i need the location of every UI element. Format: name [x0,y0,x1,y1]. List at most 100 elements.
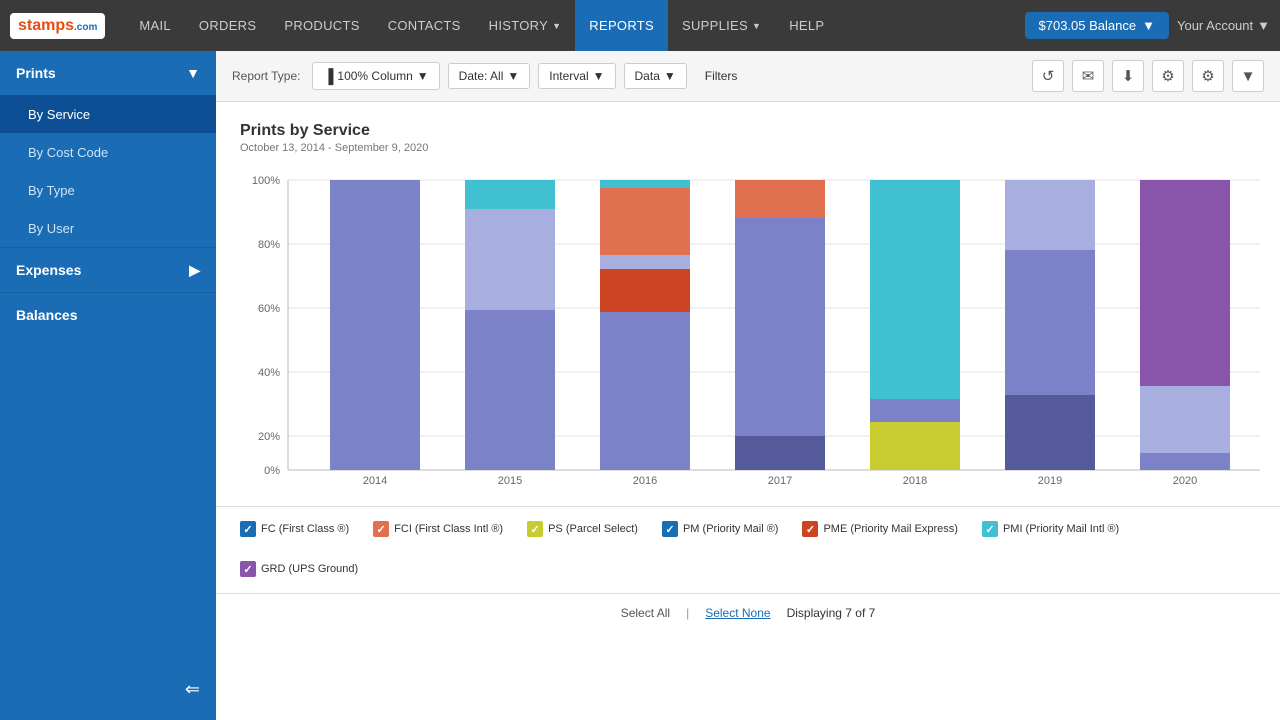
legend-fci[interactable]: ✓ FCI (First Class Intl ®) [373,521,503,537]
bar-2017-fci[interactable] [735,180,825,218]
legend-fci-label: FCI (First Class Intl ®) [394,523,503,535]
checkmark-icon-ps: ✓ [530,523,539,536]
nav-history[interactable]: HISTORY ▼ [475,0,576,51]
logo[interactable]: stamps.com [10,13,105,39]
bar-2020-fc-light[interactable] [1140,386,1230,453]
sidebar-section-prints[interactable]: Prints ▼ [0,51,216,95]
nav-reports[interactable]: REPORTS [575,0,668,51]
legend-grd[interactable]: ✓ GRD (UPS Ground) [240,561,358,577]
bar-2019-fc-light[interactable] [1005,180,1095,250]
balance-amount: $703.05 Balance [1039,18,1137,33]
legend-fc-label: FC (First Class ®) [261,523,349,535]
bar-2017-pm[interactable] [735,218,825,436]
bar-2014-fc[interactable] [330,180,420,470]
history-arrow-icon: ▼ [552,21,561,31]
select-none-link[interactable]: Select None [705,606,770,620]
sidebar-section-expenses-label: Expenses [16,262,81,278]
bar-2019-pm[interactable] [1005,250,1095,395]
date-selector[interactable]: Date: All ▼ [448,63,531,89]
x-label-2017: 2017 [768,475,792,486]
sidebar-item-by-cost-code[interactable]: By Cost Code [0,133,216,171]
report-type-arrow-icon: ▼ [417,69,429,83]
more-button[interactable]: ▼ [1232,60,1264,92]
supplies-arrow-icon: ▼ [752,21,761,31]
filters-button[interactable]: Filters [695,64,748,88]
settings-button[interactable]: ⚙ [1192,60,1224,92]
legend-fc-checkbox[interactable]: ✓ [240,521,256,537]
legend-pmi[interactable]: ✓ PMI (Priority Mail Intl ®) [982,521,1119,537]
y-label-80: 80% [258,239,280,251]
bar-2019-fc-dark[interactable] [1005,395,1095,470]
bar-2017-fc-dark[interactable] [735,436,825,470]
chart-title: Prints by Service [240,122,1256,140]
content-area: Report Type: ▐ 100% Column ▼ Date: All ▼… [216,51,1280,720]
report-type-label: Report Type: [232,69,300,83]
legend-pme[interactable]: ✓ PME (Priority Mail Express) [802,521,957,537]
date-label: Date: All [459,69,504,83]
share-button[interactable]: ⚙ [1152,60,1184,92]
date-arrow-icon: ▼ [507,69,519,83]
your-account-menu[interactable]: Your Account ▼ [1177,18,1270,33]
refresh-button[interactable]: ↺ [1032,60,1064,92]
legend-pmi-checkbox[interactable]: ✓ [982,521,998,537]
nav-contacts[interactable]: CONTACTS [374,0,475,51]
legend-ps-label: PS (Parcel Select) [548,523,638,535]
sidebar-item-by-type[interactable]: By Type [0,171,216,209]
bar-2018-ps[interactable] [870,422,960,470]
y-label-100: 100% [252,175,280,187]
bar-2020-pm[interactable] [1140,453,1230,470]
email-button[interactable]: ✉ [1072,60,1104,92]
legend-grd-label: GRD (UPS Ground) [261,563,358,575]
nav-mail[interactable]: MAIL [125,0,185,51]
legend-pme-label: PME (Priority Mail Express) [823,523,957,535]
legend-pm-checkbox[interactable]: ✓ [662,521,678,537]
download-button[interactable]: ⬇ [1112,60,1144,92]
nav-supplies[interactable]: SUPPLIES ▼ [668,0,775,51]
filters-label: Filters [705,69,738,83]
legend-pme-checkbox[interactable]: ✓ [802,521,818,537]
bar-2016-fci[interactable] [600,188,690,255]
chart-wrapper: 100% 80% 60% 40% 20% 0% [240,166,1256,486]
report-type-selector[interactable]: ▐ 100% Column ▼ [312,62,439,90]
balance-button[interactable]: $703.05 Balance ▼ [1025,12,1169,39]
legend-ps-checkbox[interactable]: ✓ [527,521,543,537]
interval-selector[interactable]: Interval ▼ [538,63,615,89]
bar-2015-pmi[interactable] [465,180,555,209]
footer-separator: | [686,606,689,620]
legend-grd-checkbox[interactable]: ✓ [240,561,256,577]
nav-products[interactable]: PRODUCTS [270,0,373,51]
balance-arrow-icon: ▼ [1142,18,1155,33]
select-all-link[interactable]: Select All [621,606,670,620]
sidebar-collapse-icon[interactable]: ⇐ [185,679,200,700]
data-selector[interactable]: Data ▼ [624,63,687,89]
bar-2020-grd[interactable] [1140,180,1230,386]
more-icon: ▼ [1241,68,1256,85]
displaying-count: Displaying 7 of 7 [787,606,876,620]
sidebar-section-balances-label: Balances [16,307,77,323]
nav-help[interactable]: HELP [775,0,838,51]
sidebar-section-expenses[interactable]: Expenses ▶ [0,248,216,292]
bar-2016-pme[interactable] [600,269,690,312]
sidebar-item-by-service[interactable]: By Service [0,95,216,133]
sidebar-section-balances[interactable]: Balances [0,293,216,337]
toolbar: Report Type: ▐ 100% Column ▼ Date: All ▼… [216,51,1280,102]
nav-orders[interactable]: ORDERS [185,0,270,51]
your-account-label: Your Account [1177,18,1253,33]
bar-2016-fc-light[interactable] [600,255,690,269]
legend-fci-checkbox[interactable]: ✓ [373,521,389,537]
bar-2018-pmi[interactable] [870,180,960,399]
x-label-2016: 2016 [633,475,657,486]
x-label-2015: 2015 [498,475,522,486]
legend-pm[interactable]: ✓ PM (Priority Mail ®) [662,521,779,537]
bar-2018-pm[interactable] [870,399,960,422]
bar-2016-pm[interactable] [600,312,690,470]
checkmark-icon: ✓ [243,523,252,536]
bar-2015-fc-light[interactable] [465,209,555,310]
sidebar-item-by-user[interactable]: By User [0,209,216,247]
refresh-icon: ↺ [1042,67,1055,85]
legend-fc[interactable]: ✓ FC (First Class ®) [240,521,349,537]
bar-2015-pm[interactable] [465,310,555,470]
settings-icon: ⚙ [1201,67,1214,85]
bar-2016-pmi[interactable] [600,180,690,188]
legend-ps[interactable]: ✓ PS (Parcel Select) [527,521,638,537]
